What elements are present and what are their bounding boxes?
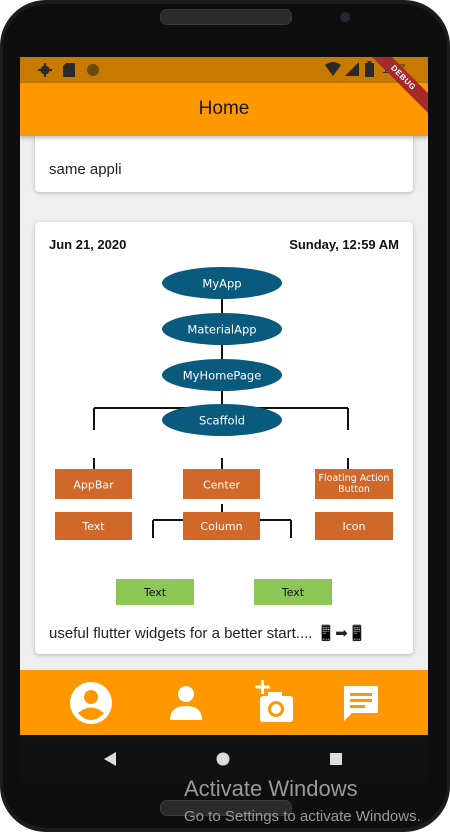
diagram-node-text-right: Text [254,579,332,605]
diagram-node-materialapp: MaterialApp [162,313,282,345]
app-screen: 1:07 Home DEBUG …, … same appli Jun 21, … [20,57,428,735]
diagram-node-myhomepage: MyHomePage [162,359,282,391]
sd-card-icon [63,63,75,77]
home-icon[interactable] [216,752,230,766]
node-label: Text [81,520,105,533]
wifi-icon [325,62,341,76]
node-label: MaterialApp [187,323,256,337]
node-label: MyHomePage [183,369,262,383]
windows-activation-subtitle: Go to Settings to activate Windows. [184,808,421,825]
diagram-node-icon: Icon [315,512,393,540]
nav-person-button[interactable] [163,680,209,726]
chat-message-icon [344,686,378,721]
phone-frame: 1:07 Home DEBUG …, … same appli Jun 21, … [0,0,450,832]
windows-activation-title: Activate Windows [184,776,358,801]
post-truncated-text: …, … [49,136,90,142]
node-label: MyApp [202,277,241,291]
status-bar: 1:07 [20,57,428,83]
bottom-navigation [20,670,428,735]
post-text: same appli [49,161,122,178]
post-card[interactable]: Jun 21, 2020 Sunday, 12:59 AM MyApp Mate… [35,222,413,654]
diagram-node-center: Center [183,469,260,499]
signal-icon [345,62,359,76]
recents-icon[interactable] [330,753,342,765]
add-a-photo-icon [255,680,293,722]
app-bar: Home [20,83,428,136]
nav-profile-button[interactable] [68,680,114,726]
node-label: Floating Action Button [318,473,390,495]
person-icon [170,686,202,720]
node-label: Text [281,586,305,599]
back-icon[interactable] [104,752,116,766]
diagram-node-text: Text [55,512,132,540]
diagram-node-column: Column [183,512,260,540]
circle-icon [87,64,99,76]
node-label: Scaffold [199,414,245,428]
front-camera [340,12,350,22]
node-label: Text [143,586,167,599]
widget-tree-diagram: MyApp MaterialApp MyHomePage Scaffold Ap… [55,267,393,605]
diagram-node-fab: Floating Action Button [315,469,393,499]
post-date: Jun 21, 2020 [49,237,127,252]
node-label: AppBar [73,479,114,492]
node-label: Column [200,520,242,533]
diagram-node-myapp: MyApp [162,267,282,299]
node-label: Center [203,479,241,492]
nav-chat-button[interactable] [338,680,384,726]
diagram-node-text-left: Text [116,579,194,605]
post-time: Sunday, 12:59 AM [289,237,399,252]
battery-icon [365,61,374,77]
diagram-node-appbar: AppBar [55,469,132,499]
gear-icon [38,63,52,77]
nav-camera-button[interactable] [252,680,298,726]
node-label: Icon [343,520,366,533]
post-caption: useful flutter widgets for a better star… [49,625,367,642]
earpiece-speaker [160,9,292,25]
account-circle-icon [70,682,112,724]
page-title: Home [198,98,250,119]
diagram-node-scaffold: Scaffold [162,404,282,436]
